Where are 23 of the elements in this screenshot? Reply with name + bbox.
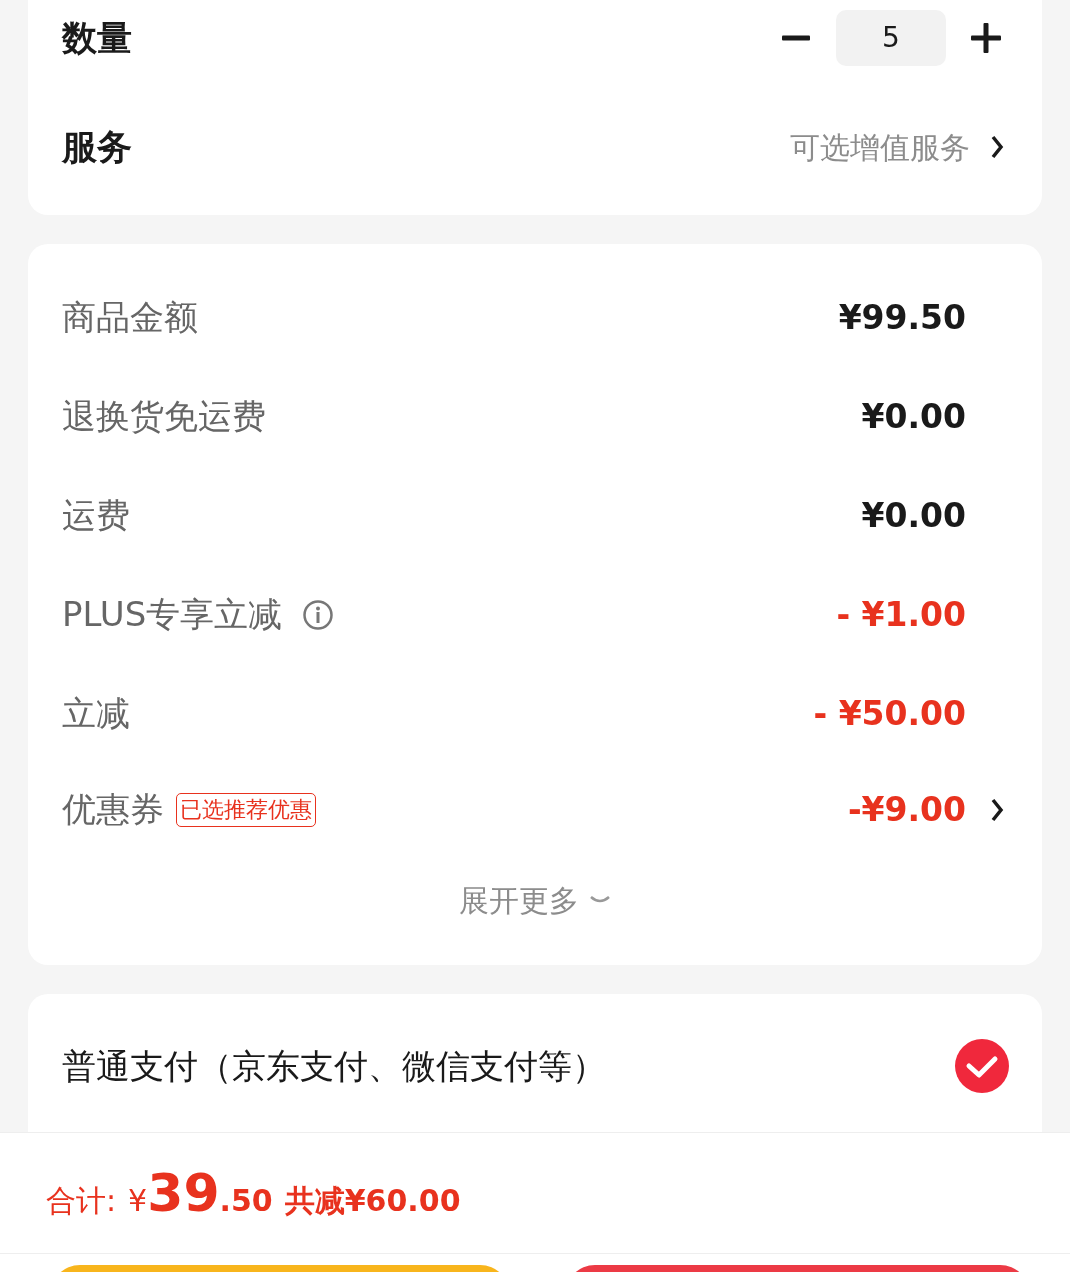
radio-check-icon[interactable] [954, 1038, 1010, 1094]
price-label: 退换货免运费 [62, 395, 266, 438]
price-amount: -¥9.00 [847, 788, 966, 831]
price-amount: - ¥50.00 [813, 692, 966, 735]
plus-icon[interactable] [968, 20, 1004, 56]
price-amount: ¥99.50 [838, 296, 966, 339]
price-amount: ¥0.00 [861, 494, 966, 537]
price-label: 运费 [62, 494, 130, 537]
price-amount: ¥0.00 [861, 395, 966, 438]
price-label: 立减 [62, 692, 130, 735]
info-icon[interactable] [302, 598, 335, 631]
price-label: 优惠券 [62, 788, 164, 831]
quantity-field[interactable]: 5 [836, 10, 946, 66]
total-amount: 合计: ¥39.50 共减¥60.00 [46, 1162, 461, 1225]
price-label: 商品金额 [62, 296, 198, 339]
price-amount: - ¥1.00 [836, 593, 966, 636]
chevron-icon [990, 134, 1004, 160]
quantity-label: 数量 [62, 16, 132, 60]
coupon-tag: 已选推荐优惠 [176, 792, 316, 827]
service-label: 服务 [62, 125, 132, 169]
payment-option-label[interactable]: 普通支付（京东支付、微信支付等） [62, 1040, 606, 1092]
price-label: PLUS专享立减 [62, 593, 283, 636]
chevron-icon[interactable] [990, 796, 1004, 823]
